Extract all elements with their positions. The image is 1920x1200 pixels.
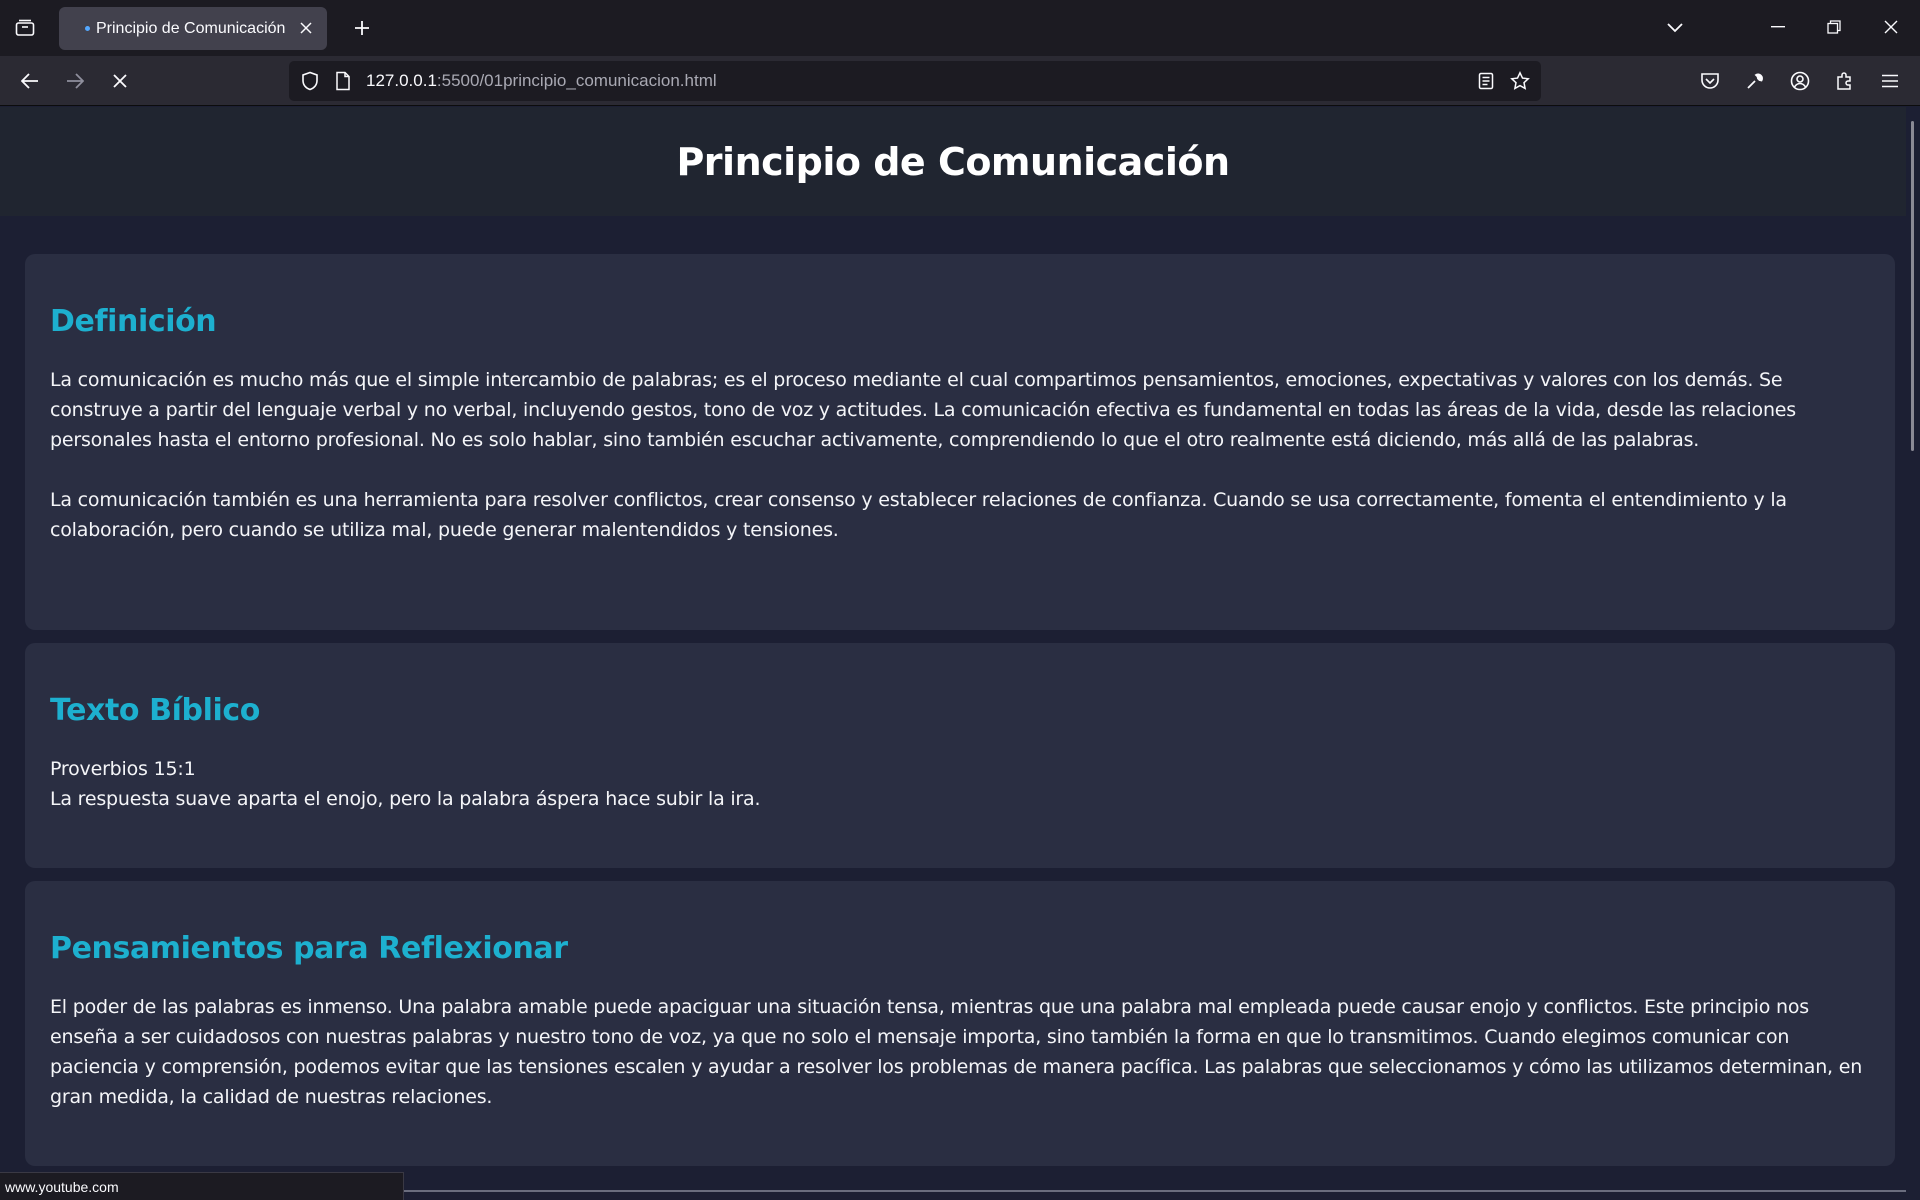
minimize-icon[interactable]	[1760, 10, 1796, 44]
wrench-icon[interactable]	[1738, 64, 1772, 98]
address-bar[interactable]: 127.0.0.1:5500/01principio_comunicacion.…	[289, 61, 1541, 101]
reader-view-icon[interactable]	[1474, 69, 1498, 93]
extensions-icon[interactable]	[1828, 64, 1862, 98]
new-tab-icon[interactable]	[347, 14, 377, 42]
close-tab-icon[interactable]	[295, 17, 317, 39]
chevron-down-icon[interactable]	[1660, 14, 1690, 42]
tab-active[interactable]: Principio de Comunicación	[59, 7, 327, 50]
definition-paragraph-1: La comunicación es mucho más que el simp…	[50, 369, 1796, 451]
url-path: :5500/01principio_comunicacion.html	[436, 71, 717, 90]
url-text[interactable]: 127.0.0.1:5500/01principio_comunicacion.…	[366, 71, 717, 91]
back-arrow-icon[interactable]	[13, 64, 47, 98]
bible-text-heading: Texto Bíblico	[50, 693, 260, 728]
forward-arrow-icon[interactable]	[58, 64, 92, 98]
page-title: Principio de Comunicación	[676, 139, 1230, 184]
status-bar: www.youtube.com	[0, 1172, 404, 1200]
verse-text: La respuesta suave aparta el enojo, pero…	[50, 788, 761, 810]
account-icon[interactable]	[1783, 64, 1817, 98]
pocket-icon[interactable]	[1693, 64, 1727, 98]
tab-loading-indicator	[85, 26, 90, 31]
verse-reference: Proverbios 15:1	[50, 758, 196, 780]
page-header: Principio de Comunicación	[0, 107, 1906, 216]
tab-title: Principio de Comunicación	[96, 19, 286, 37]
shield-icon[interactable]	[298, 69, 322, 93]
list-all-tabs-icon[interactable]	[10, 14, 40, 42]
page-divider-line	[404, 1190, 1906, 1192]
reflection-paragraph: El poder de las palabras es inmenso. Una…	[50, 996, 1863, 1108]
url-host: 127.0.0.1	[366, 71, 437, 90]
definition-card: Definición La comunicación es mucho más …	[25, 254, 1895, 630]
stop-loading-icon[interactable]	[103, 64, 137, 98]
bookmark-star-icon[interactable]	[1508, 69, 1532, 93]
page-info-icon[interactable]	[331, 69, 355, 93]
page-content: Principio de Comunicación Definición La …	[0, 107, 1906, 1200]
bible-text-card: Texto Bíblico Proverbios 15:1 La respues…	[25, 643, 1895, 868]
definition-heading: Definición	[50, 304, 217, 339]
menu-icon[interactable]	[1873, 64, 1907, 98]
navigation-toolbar: 127.0.0.1:5500/01principio_comunicacion.…	[0, 56, 1920, 106]
tab-bar: Principio de Comunicación	[0, 0, 1920, 56]
page-scrollbar[interactable]	[1906, 107, 1920, 1200]
scrollbar-thumb[interactable]	[1911, 121, 1914, 451]
restore-icon[interactable]	[1816, 10, 1852, 44]
reflection-heading: Pensamientos para Reflexionar	[50, 931, 568, 966]
definition-paragraph-2: La comunicación también es una herramien…	[50, 489, 1787, 541]
reflection-card: Pensamientos para Reflexionar El poder d…	[25, 881, 1895, 1166]
close-window-icon[interactable]	[1873, 10, 1909, 44]
status-link-url: www.youtube.com	[5, 1179, 119, 1195]
